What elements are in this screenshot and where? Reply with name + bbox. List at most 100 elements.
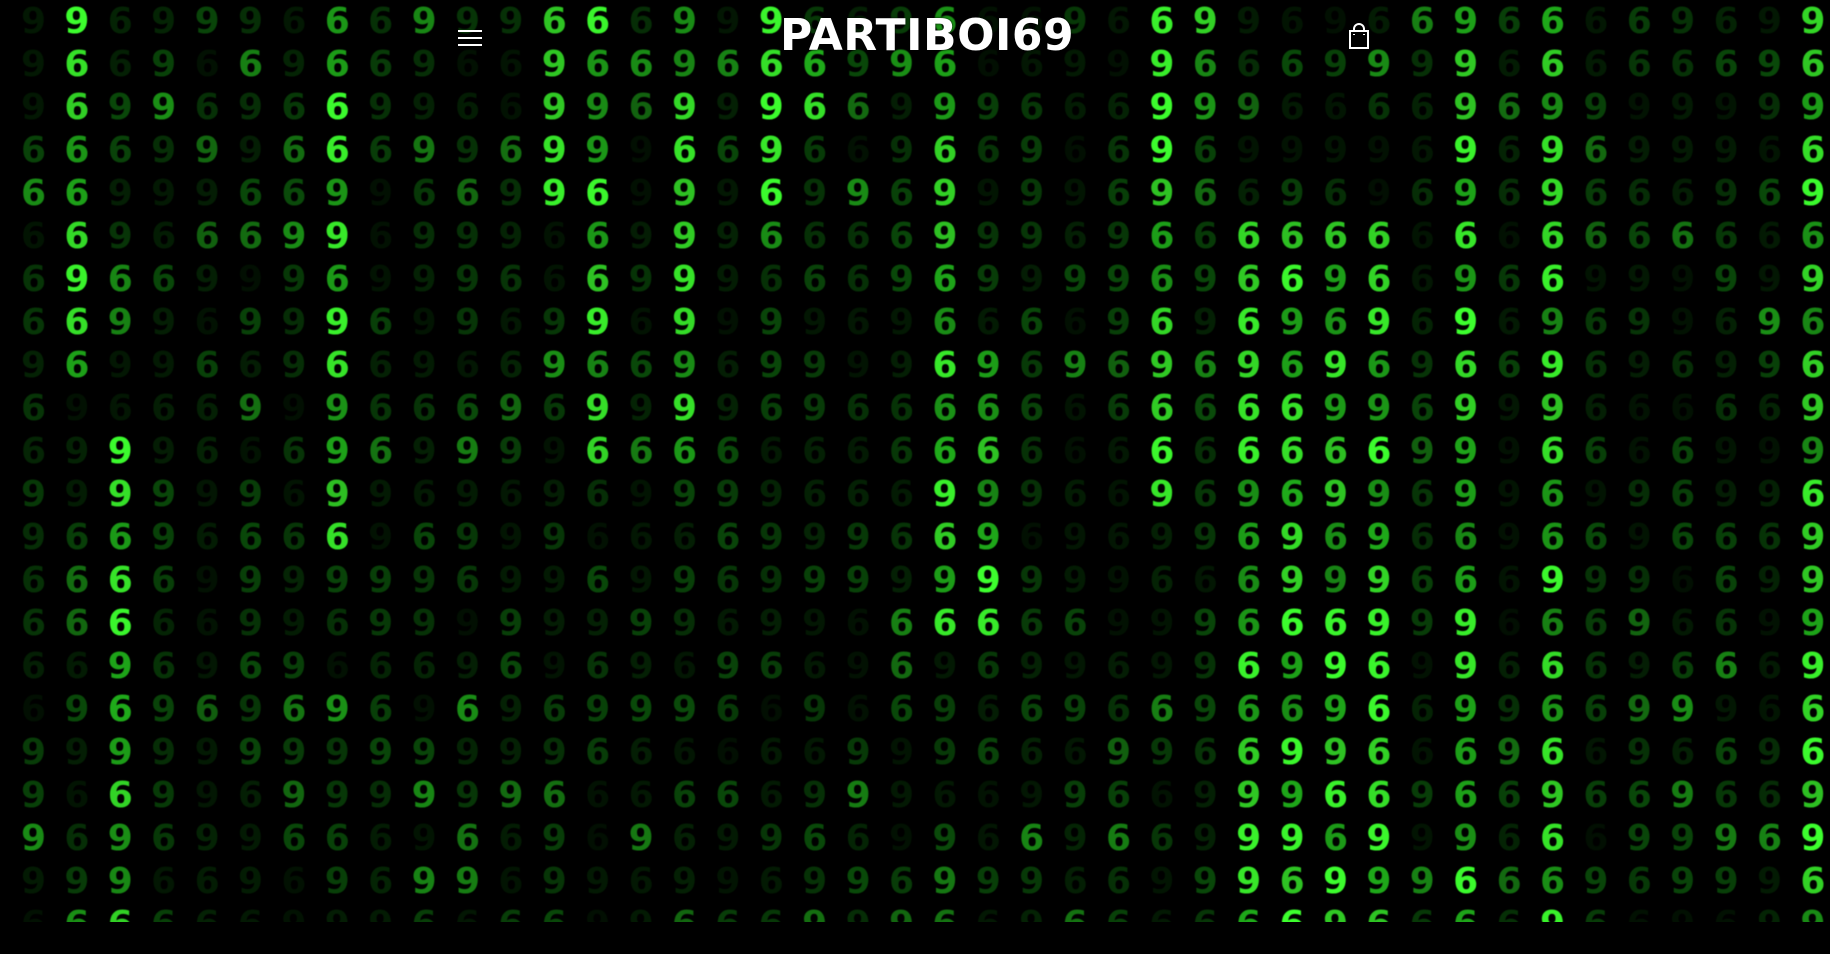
- rain-digit: 6: [845, 474, 871, 515]
- site-title[interactable]: PARTIBOI69: [780, 8, 1074, 64]
- rain-column: 6966699999666999699669: [272, 0, 315, 922]
- rain-digit: 9: [628, 603, 654, 644]
- menu-button[interactable]: [452, 22, 488, 52]
- rain-digit: 9: [1322, 560, 1349, 601]
- rain-digit: 6: [706, 903, 749, 922]
- rain-digit: 9: [758, 603, 784, 644]
- rain-digit: 6: [975, 603, 1001, 644]
- rain-digit: 9: [888, 732, 915, 773]
- rain-digit: 9: [1756, 474, 1783, 515]
- rain-digit: 9: [498, 732, 524, 773]
- rain-digit: 6: [1322, 603, 1349, 644]
- rain-digit: 6: [533, 903, 576, 922]
- rain-digit: 6: [1496, 216, 1522, 257]
- rain-digit: 9: [194, 173, 220, 214]
- rain-digit: 6: [107, 775, 133, 816]
- rain-digit: 6: [1583, 689, 1609, 730]
- rain-digit: 6: [888, 861, 915, 902]
- rain-digit: 6: [1713, 517, 1739, 558]
- rain-digit: 6: [1227, 903, 1270, 922]
- rain-digit: 6: [1626, 775, 1652, 816]
- rain-digit: 9: [1453, 603, 1479, 644]
- rain-digit: 9: [1322, 345, 1349, 386]
- rain-column: 6669966966669969699966: [1271, 0, 1314, 922]
- rain-digit: 9: [272, 903, 315, 922]
- rain-digit: 9: [758, 474, 784, 515]
- rain-digit: 9: [1149, 646, 1175, 687]
- rain-digit: 6: [1105, 517, 1132, 558]
- rain-digit: 6: [281, 173, 307, 214]
- rain-digit: 9: [1236, 345, 1262, 386]
- rain-digit: 9: [671, 345, 698, 386]
- rain-digit: 9: [1756, 560, 1783, 601]
- rain-digit: 6: [411, 173, 437, 214]
- rain-digit: 9: [1236, 775, 1262, 816]
- rain-digit: 9: [628, 646, 654, 687]
- rain-digit: 9: [758, 517, 784, 558]
- rain-digit: 6: [1192, 216, 1218, 257]
- rain-digit: 9: [411, 302, 437, 343]
- rain-digit: 6: [932, 130, 958, 171]
- rain-column: 6669999666696969669699: [1010, 0, 1053, 922]
- rain-digit: 6: [1279, 474, 1305, 515]
- rain-digit: 6: [802, 431, 828, 472]
- rain-digit: 6: [1713, 732, 1739, 773]
- rain-digit: 9: [237, 603, 264, 644]
- rain-digit: 6: [1670, 603, 1696, 644]
- rain-digit: 6: [281, 87, 307, 128]
- rain-digit: 6: [932, 775, 958, 816]
- rain-digit: 9: [628, 689, 654, 730]
- rain-digit: 6: [1105, 388, 1132, 429]
- rain-digit: 9: [237, 130, 264, 171]
- rain-digit: 9: [1322, 388, 1349, 429]
- cart-button[interactable]: [1344, 20, 1374, 52]
- rain-digit: 9: [498, 173, 524, 214]
- rain-digit: 6: [888, 388, 915, 429]
- rain-digit: 6: [1279, 345, 1305, 386]
- rain-digit: 6: [194, 431, 220, 472]
- rain-digit: 9: [1670, 861, 1696, 902]
- rain-digit: 6: [151, 646, 177, 687]
- rain-digit: 9: [281, 388, 307, 429]
- rain-digit: 9: [411, 775, 437, 816]
- rain-digit: 9: [1322, 130, 1349, 171]
- rain-digit: 6: [1236, 431, 1262, 472]
- rain-digit: 6: [975, 302, 1001, 343]
- rain-digit: 9: [1453, 388, 1479, 429]
- rain-digit: 6: [802, 259, 828, 300]
- rain-digit: 9: [845, 861, 871, 902]
- rain-digit: 6: [1670, 216, 1696, 257]
- rain-digit: 9: [888, 818, 915, 859]
- rain-digit: 9: [1800, 775, 1826, 816]
- rain-digit: 6: [1062, 388, 1088, 429]
- rain-digit: 9: [324, 474, 350, 515]
- rain-digit: 9: [1279, 560, 1305, 601]
- rain-digit: 6: [1539, 689, 1566, 730]
- rain-digit: 9: [1539, 388, 1566, 429]
- rain-digit: 9: [411, 560, 437, 601]
- rain-digit: 6: [802, 87, 828, 128]
- rain-digit: 9: [845, 775, 871, 816]
- rain-digit: 6: [888, 216, 915, 257]
- rain-digit: 6: [1496, 87, 1522, 128]
- rain-digit: 9: [1626, 302, 1652, 343]
- rain-digit: 9: [498, 517, 524, 558]
- rain-digit: 9: [1366, 173, 1392, 214]
- rain-digit: 9: [368, 87, 394, 128]
- rain-digit: 6: [1539, 474, 1566, 515]
- rain-digit: 6: [20, 689, 47, 730]
- rain-digit: 9: [975, 517, 1001, 558]
- rain-digit: 6: [1409, 474, 1435, 515]
- rain-digit: 9: [237, 87, 264, 128]
- rain-digit: 6: [1409, 216, 1435, 257]
- rain-digit: 6: [1713, 388, 1739, 429]
- rain-digit: 9: [1626, 689, 1652, 730]
- rain-digit: 9: [237, 689, 264, 730]
- rain-digit: 6: [758, 732, 784, 773]
- rain-digit: 6: [888, 646, 915, 687]
- rain-digit: 9: [1322, 732, 1349, 773]
- rain-digit: 9: [1019, 216, 1045, 257]
- rain-digit: 9: [628, 474, 654, 515]
- rain-digit: 6: [1626, 216, 1652, 257]
- rain-digit: 9: [1670, 302, 1696, 343]
